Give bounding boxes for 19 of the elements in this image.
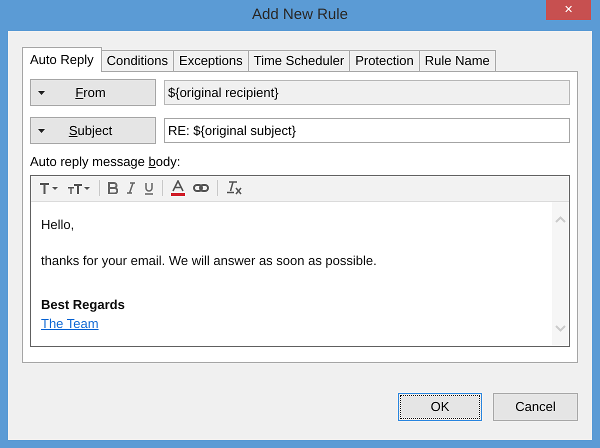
body-label: Auto reply message body:	[30, 153, 182, 171]
message-text: Hello,	[41, 216, 76, 234]
message-text: Best Regards	[41, 296, 126, 314]
message-editor[interactable]: Hello, thanks for your email. We will answer as soon as possible. Best Regards The Team	[30, 174, 570, 346]
caret-icon	[38, 128, 45, 132]
message-text: thanks for your email. We will answer as soon as possible.	[41, 252, 378, 270]
text-field[interactable]: RE: ${original subject}	[164, 118, 570, 143]
font-family-icon[interactable]	[39, 182, 59, 194]
window-title: Add New Rule	[252, 5, 348, 26]
tab[interactable]: Rule Name	[418, 50, 496, 71]
dropdown-button[interactable]: Subject	[30, 117, 156, 144]
tab[interactable]: Auto Reply	[22, 47, 102, 72]
dialog-button[interactable]: Cancel	[493, 393, 578, 421]
signature-link[interactable]: The Team	[41, 314, 99, 334]
caret-icon	[38, 90, 45, 94]
close-button[interactable]: ✕	[546, 0, 591, 20]
tab[interactable]: Exceptions	[173, 50, 249, 71]
dialog-button[interactable]: OK	[398, 393, 482, 421]
font-size-icon[interactable]	[67, 182, 91, 194]
